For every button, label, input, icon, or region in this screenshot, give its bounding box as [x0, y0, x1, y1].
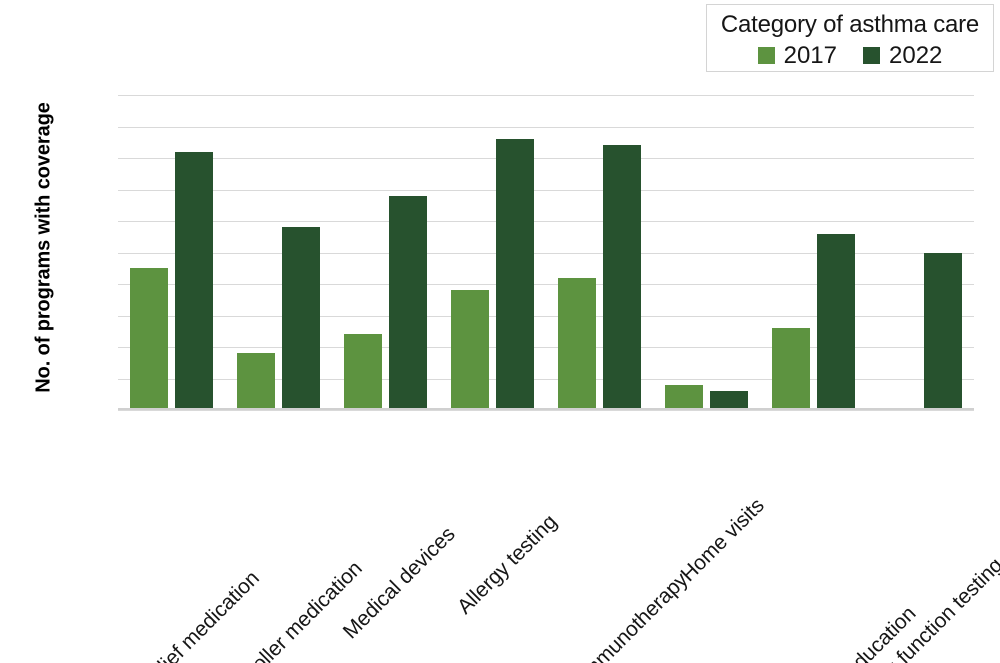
bar-2022 — [924, 252, 962, 410]
bar-group — [118, 95, 225, 410]
plot-area: 05101520253035404550 — [118, 95, 974, 411]
legend-entries: 2017 2022 — [757, 41, 943, 69]
bar-2022 — [282, 227, 320, 410]
bar-2022 — [817, 233, 855, 410]
x-axis-category-label: Home visits — [676, 418, 845, 586]
bar-2017 — [558, 277, 596, 410]
bar-groups — [118, 95, 974, 410]
chart-figure: Category of asthma care 2017 2022 No. of… — [0, 0, 1000, 663]
y-axis-title: No. of programs with coverage — [32, 102, 55, 393]
x-axis-category-label-text: Quick relief medication — [98, 566, 264, 663]
bar-2017 — [665, 384, 703, 410]
chart-legend: Category of asthma care 2017 2022 — [706, 4, 994, 72]
x-axis-category-labels: Quick relief medication Controller medica… — [98, 410, 1000, 663]
legend-label-2017: 2017 — [783, 41, 837, 69]
x-axis-category-label: Quick relief medication — [98, 418, 413, 663]
bar-2022 — [175, 151, 213, 410]
bar-2017 — [344, 334, 382, 410]
x-axis-category-label-text: Home visits — [676, 493, 769, 587]
bar-2017 — [772, 328, 810, 410]
legend-swatch-2017-icon — [757, 47, 775, 64]
bar-2022 — [496, 139, 534, 410]
x-axis-category-label-text: Allergy immunotherapy — [525, 568, 693, 663]
bar-2022 — [389, 195, 427, 410]
bar-2017 — [451, 290, 489, 410]
legend-swatch-2022-icon — [863, 47, 880, 64]
bar-2022 — [603, 145, 641, 410]
legend-title: Category of asthma care — [720, 10, 980, 38]
bar-2017 — [237, 353, 275, 410]
bar-group — [546, 95, 653, 410]
legend-label-2022: 2022 — [889, 41, 943, 69]
legend-entry-2022: 2022 — [863, 41, 943, 69]
bar-group — [225, 95, 332, 410]
legend-entry-2017: 2017 — [757, 41, 837, 69]
bar-group — [760, 95, 867, 410]
bar-group — [867, 95, 974, 410]
bar-group — [653, 95, 760, 410]
bar-2017 — [130, 268, 168, 410]
bar-group — [332, 95, 439, 410]
bar-group — [439, 95, 546, 410]
